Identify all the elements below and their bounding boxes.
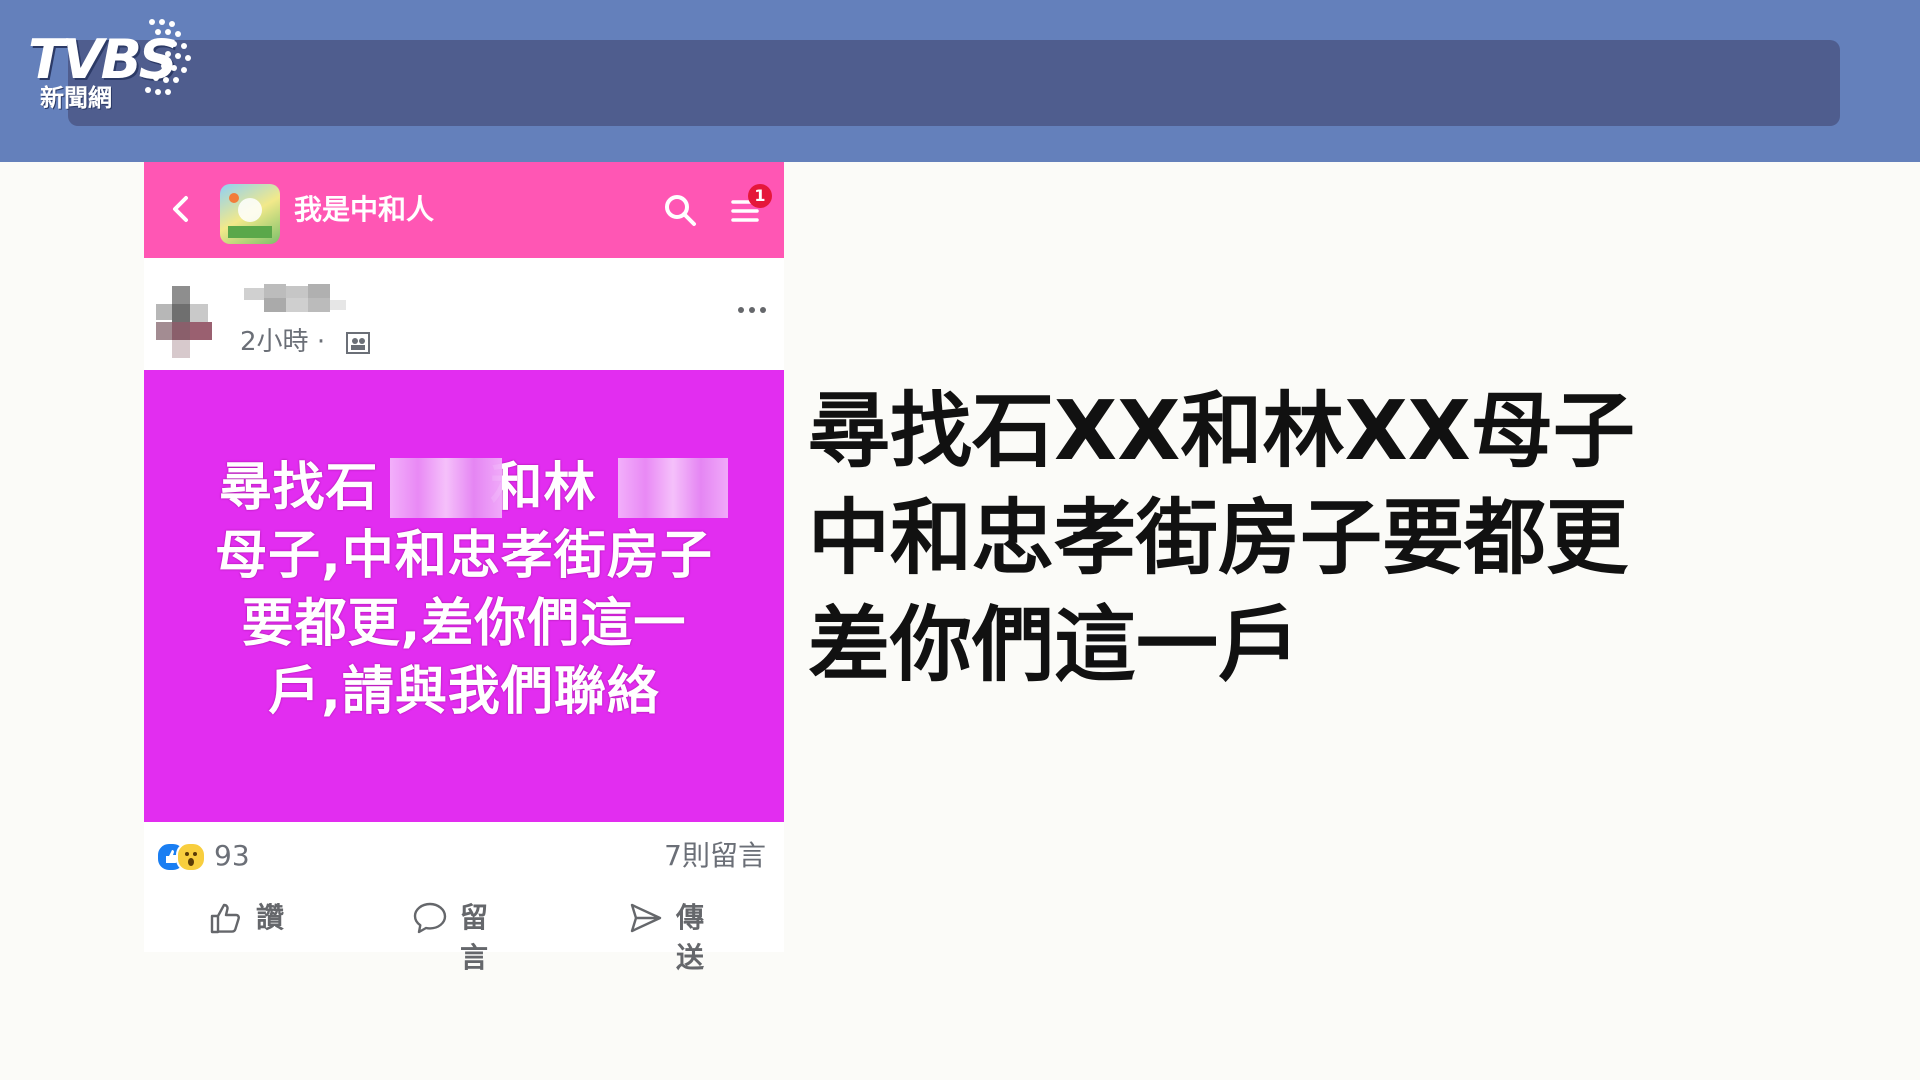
news-caption: 尋找石XX和林XX母子 中和忠孝街房子要都更 差你們這一戶 [808,378,1635,699]
back-arrow-icon[interactable] [166,194,196,224]
group-avatar[interactable] [220,184,280,244]
caption-line-1: 尋找石XX和林XX母子 [808,384,1635,479]
send-label: 傳送 [676,901,705,974]
notification-badge: 1 [748,184,772,208]
censor-blur-surname-1 [390,458,502,518]
post-timestamp[interactable]: 2小時 · [240,326,325,358]
search-icon[interactable] [662,192,698,228]
poster-avatar-blurred[interactable] [156,286,230,360]
comment-bubble-icon [413,902,447,934]
post-time-value: 2小時 [240,327,309,357]
wow-reaction-icon [176,842,206,872]
send-arrow-icon [630,903,662,933]
tvbs-logo: TVBS 新聞網 [28,16,214,116]
post-line-1-part-a: 尋找石 [219,458,379,518]
group-header: 我是中和人 1 [144,162,784,258]
post-line-1-part-b: 和林 [490,458,597,518]
caption-line-3: 差你們這一戶 [808,598,1301,693]
comment-count[interactable]: 7則留言 [664,838,766,874]
post-text-image[interactable]: 尋找石 和林 母子,中和忠孝街房子 要都更,差你們這一 戶,請與我們聯絡 [144,370,784,822]
reaction-count: 93 [214,839,250,872]
logo-sub-text: 新聞網 [40,84,112,112]
post-image-line-2: 母子,中和忠孝街房子 [215,526,713,586]
group-privacy-icon [346,332,370,354]
group-name[interactable]: 我是中和人 [294,192,434,228]
logo-dots-icon [145,19,191,95]
broadcast-header-bar: TVBS 新聞網 [0,0,1920,162]
caption-line-2: 中和忠孝街房子要都更 [808,491,1629,586]
like-label: 讚 [256,901,285,934]
poster-name-blurred[interactable] [244,284,354,314]
facebook-post-screenshot: 我是中和人 1 2小時 · 尋找石 和林 母子,中和忠孝街房子 要都更,差你們這… [144,162,784,974]
thumbs-up-icon [210,903,240,934]
censor-blur-surname-2 [618,458,728,518]
comment-label: 留言 [460,901,489,974]
group-avatar-icon [228,193,272,238]
post-time-separator: · [316,327,326,357]
post-image-line-3: 要都更,差你們這一 [241,594,687,654]
post-image-line-4: 戶,請與我們聯絡 [268,662,660,722]
header-inner-panel [68,40,1840,126]
more-options-icon[interactable] [736,304,768,316]
